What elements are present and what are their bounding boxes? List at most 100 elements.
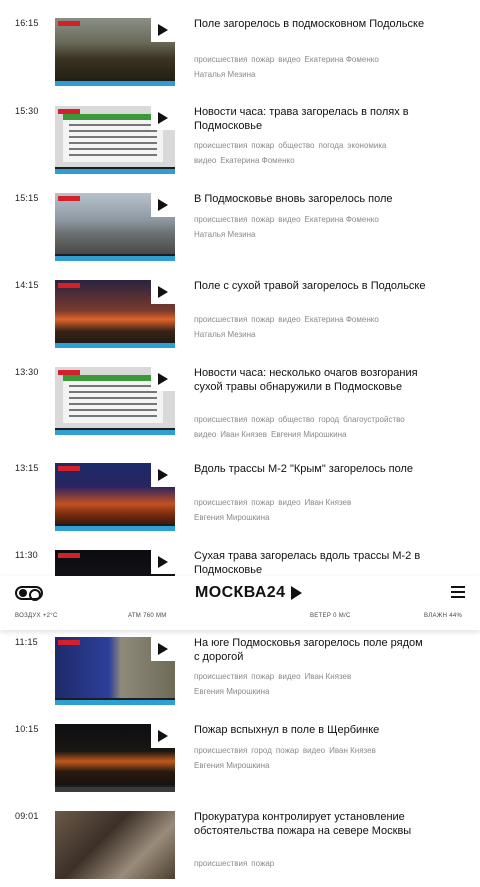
tag[interactable]: происшествия: [194, 415, 247, 424]
tag[interactable]: видео: [278, 672, 300, 681]
tag[interactable]: видео: [278, 55, 300, 64]
tag[interactable]: Евгения Мирошкина: [271, 430, 347, 439]
news-title[interactable]: Поле с сухой травой загорелось в Подольс…: [194, 280, 426, 294]
tag[interactable]: видео: [278, 215, 300, 224]
news-thumbnail[interactable]: [55, 193, 175, 261]
play-icon[interactable]: [151, 637, 175, 661]
tag[interactable]: пожар: [251, 215, 274, 224]
play-icon[interactable]: [151, 724, 175, 748]
play-icon[interactable]: [151, 463, 175, 487]
tag[interactable]: экономика: [347, 141, 386, 150]
tag[interactable]: Наталья Мезина: [194, 230, 256, 239]
news-thumbnail[interactable]: [55, 367, 175, 435]
tag[interactable]: Екатерина Фоменко: [220, 156, 294, 165]
play-icon[interactable]: [151, 18, 175, 42]
news-tags: происшествия пожар видео Иван Князев Евгения…: [194, 669, 444, 699]
news-thumbnail[interactable]: [55, 18, 175, 86]
tag[interactable]: происшествия: [194, 215, 247, 224]
tag[interactable]: пожар: [251, 315, 274, 324]
tag[interactable]: пожар: [251, 498, 274, 507]
news-title[interactable]: Поле загорелось в подмосковном Подольске: [194, 18, 426, 32]
accent-strip: [55, 256, 175, 261]
news-time: 09:01: [15, 811, 39, 821]
news-thumbnail[interactable]: [55, 280, 175, 348]
news-thumbnail[interactable]: [55, 106, 175, 174]
tag[interactable]: Евгения Мирошкина: [194, 761, 270, 770]
tag[interactable]: происшествия: [194, 141, 247, 150]
tag[interactable]: Екатерина Фоменко: [305, 55, 379, 64]
tag[interactable]: Евгения Мирошкина: [194, 513, 270, 522]
tag[interactable]: происшествия: [194, 859, 247, 868]
tag[interactable]: происшествия: [194, 672, 247, 681]
news-title[interactable]: Новости часа: несколько очагов возгорани…: [194, 367, 426, 394]
tag[interactable]: город: [318, 415, 339, 424]
play-icon[interactable]: [151, 367, 175, 391]
tag[interactable]: Екатерина Фоменко: [305, 315, 379, 324]
news-thumbnail[interactable]: [55, 637, 175, 705]
play-icon[interactable]: [151, 280, 175, 304]
tag[interactable]: происшествия: [194, 315, 247, 324]
live-badge: [58, 196, 80, 201]
tag[interactable]: видео: [303, 746, 325, 755]
weather-wind: ВЕТЕР 0 М/С: [310, 613, 351, 619]
tag[interactable]: Евгения Мирошкина: [194, 687, 270, 696]
live-badge: [58, 553, 80, 558]
play-icon[interactable]: [151, 550, 175, 574]
headlines-panel: [63, 375, 163, 423]
play-icon[interactable]: [151, 106, 175, 130]
accent-strip: [55, 787, 175, 792]
toggle-icon[interactable]: [15, 586, 43, 601]
tag[interactable]: благоустройство: [343, 415, 405, 424]
news-tags: происшествия пожар видео Екатерина Фоменко Н…: [194, 312, 444, 342]
news-tags: происшествия пожар общество город благоустро…: [194, 412, 444, 442]
news-title[interactable]: Вдоль трассы М-2 "Крым" загорелось поле: [194, 463, 426, 477]
news-time: 16:15: [15, 18, 39, 28]
tag[interactable]: Екатерина Фоменко: [305, 215, 379, 224]
news-thumbnail[interactable]: [55, 811, 175, 879]
tag[interactable]: происшествия: [194, 746, 247, 755]
headlines-panel: [63, 114, 163, 162]
news-thumbnail[interactable]: [55, 724, 175, 792]
news-tags: происшествия пожар: [194, 856, 444, 871]
tag[interactable]: Наталья Мезина: [194, 330, 256, 339]
tag[interactable]: общество: [278, 415, 314, 424]
tag[interactable]: Иван Князев: [305, 672, 352, 681]
news-title[interactable]: Прокуратура контролирует установление об…: [194, 811, 426, 838]
news-tags: происшествия пожар общество погода экономика…: [194, 138, 444, 168]
news-title[interactable]: На юге Подмосковья загорелось поле рядом…: [194, 637, 426, 664]
news-tags: происшествия пожар видео Иван Князев Евгения…: [194, 495, 444, 525]
news-time: 10:15: [15, 724, 39, 734]
news-title[interactable]: Пожар вспыхнул в поле в Щербинке: [194, 724, 426, 738]
accent-strip: [55, 526, 175, 531]
tag[interactable]: пожар: [251, 415, 274, 424]
tag[interactable]: пожар: [251, 859, 274, 868]
tag[interactable]: Иван Князев: [305, 498, 352, 507]
hamburger-icon[interactable]: [451, 586, 465, 598]
tag[interactable]: видео: [194, 430, 216, 439]
tag[interactable]: пожар: [276, 746, 299, 755]
site-logo[interactable]: МОСКВА24: [195, 584, 285, 602]
tag[interactable]: город: [251, 746, 272, 755]
play-icon[interactable]: [151, 193, 175, 217]
tag[interactable]: пожар: [251, 141, 274, 150]
tag[interactable]: происшествия: [194, 55, 247, 64]
news-title[interactable]: Сухая трава загорелась вдоль трассы М-2 …: [194, 550, 426, 577]
news-title[interactable]: В Подмосковье вновь загорелось поле: [194, 193, 426, 207]
news-tags: происшествия пожар видео Екатерина Фоменко Н…: [194, 52, 444, 82]
weather-humidity: ВЛАЖН 44%: [424, 613, 463, 619]
tag[interactable]: Наталья Мезина: [194, 70, 256, 79]
tag[interactable]: видео: [278, 498, 300, 507]
tag[interactable]: видео: [278, 315, 300, 324]
news-time: 11:30: [15, 550, 38, 560]
tag[interactable]: Иван Князев: [220, 430, 267, 439]
tag[interactable]: видео: [194, 156, 216, 165]
live-badge: [58, 640, 80, 645]
tag[interactable]: происшествия: [194, 498, 247, 507]
news-thumbnail[interactable]: [55, 463, 175, 531]
tag[interactable]: погода: [318, 141, 343, 150]
tag[interactable]: общество: [278, 141, 314, 150]
tag[interactable]: пожар: [251, 672, 274, 681]
tag[interactable]: Иван Князев: [329, 746, 376, 755]
tag[interactable]: пожар: [251, 55, 274, 64]
news-title[interactable]: Новости часа: трава загорелась в полях в…: [194, 106, 426, 133]
